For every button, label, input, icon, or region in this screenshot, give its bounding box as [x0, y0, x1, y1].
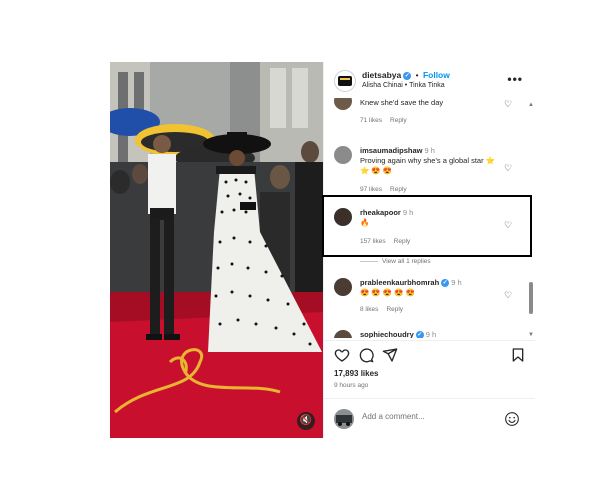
comment-likes[interactable]: 8 likes	[360, 306, 378, 313]
follow-button[interactable]: Follow	[423, 70, 450, 80]
author-avatar[interactable]	[334, 70, 356, 92]
post-video[interactable]: 🔇	[110, 62, 323, 438]
comment-heart-icon[interactable]: ♡	[504, 163, 514, 173]
comment-time: 9 h	[425, 330, 437, 338]
comment-heart-icon[interactable]: ♡	[504, 290, 514, 300]
view-replies-button[interactable]: View all 1 replies	[360, 258, 431, 265]
comment-heart-icon[interactable]: ♡	[504, 99, 514, 109]
replies-line	[360, 260, 378, 262]
author-line: dietsabya ✓ • Follow	[362, 70, 450, 80]
comment-text: 😍 😍 😍 😍 😍	[360, 288, 416, 297]
verified-badge-icon: ✓	[403, 71, 412, 80]
share-icon[interactable]	[382, 347, 398, 363]
comment-body: imsaumadipshaw 9 h Proving again why she'…	[360, 146, 500, 176]
highlight-box	[322, 195, 532, 257]
audio-subtitle[interactable]: Alisha Chinai • Tinka Tinka	[362, 82, 445, 89]
comment-meta: 8 likes Reply	[360, 306, 411, 313]
commenter-avatar[interactable]	[334, 98, 352, 110]
post-actions: 17,893 likes 9 hours ago	[324, 340, 535, 397]
emoji-icon[interactable]	[504, 411, 520, 427]
scrollbar-thumb[interactable]	[529, 282, 533, 314]
comment-meta: 97 likes Reply	[360, 186, 415, 193]
reply-button[interactable]: Reply	[390, 117, 407, 124]
header-separator: •	[415, 70, 419, 80]
post-time: 9 hours ago	[334, 382, 369, 389]
reply-button[interactable]: Reply	[390, 186, 407, 193]
comment-body: sophiechoudry ✓ 9 h	[360, 330, 500, 338]
likes-count[interactable]: 17,893 likes	[334, 369, 378, 378]
scroll-up-icon[interactable]: ▲	[528, 102, 534, 108]
comment-icon[interactable]	[358, 347, 374, 363]
comment-meta: 71 likes Reply	[360, 117, 415, 124]
comment-input[interactable]	[362, 412, 502, 421]
commenter-avatar[interactable]	[334, 278, 352, 296]
heart-icon[interactable]	[334, 347, 350, 363]
scroll-down-icon[interactable]: ▼	[528, 332, 534, 338]
current-user-avatar	[334, 409, 354, 429]
comment-time: 9 h	[424, 146, 435, 155]
author-username[interactable]: dietsabya	[362, 70, 401, 80]
add-comment-bar	[324, 398, 535, 439]
mute-icon[interactable]: 🔇	[297, 412, 315, 430]
comment-text: Knew she'd save the day	[360, 98, 444, 107]
verified-badge-icon: ✓	[415, 331, 424, 338]
comment-body: prableenkaurbhomrah ✓ 9 h 😍 😍 😍 😍 😍	[360, 278, 500, 298]
commenter-username[interactable]: sophiechoudry	[360, 330, 414, 338]
comment-time: 9 h	[451, 278, 462, 287]
view-replies-label: View all 1 replies	[382, 258, 431, 265]
comment-likes[interactable]: 71 likes	[360, 117, 382, 124]
commenter-avatar[interactable]	[334, 146, 352, 164]
reply-button[interactable]: Reply	[386, 306, 403, 313]
commenter-username[interactable]: prableenkaurbhomrah	[360, 278, 439, 287]
commenter-username[interactable]: imsaumadipshaw	[360, 146, 423, 155]
comment-text: Proving again why she's a global star ⭐ …	[360, 156, 496, 175]
bookmark-icon[interactable]	[510, 347, 526, 363]
verified-badge-icon: ✓	[441, 279, 450, 288]
post-header: dietsabya ✓ • Follow Alisha Chinai • Tink…	[324, 62, 535, 98]
current-user-avatar-image	[334, 409, 354, 429]
commenter-avatar[interactable]	[334, 330, 352, 338]
comment-likes[interactable]: 97 likes	[360, 186, 382, 193]
video-frame	[110, 62, 323, 438]
more-options-icon[interactable]: •••	[507, 72, 523, 86]
